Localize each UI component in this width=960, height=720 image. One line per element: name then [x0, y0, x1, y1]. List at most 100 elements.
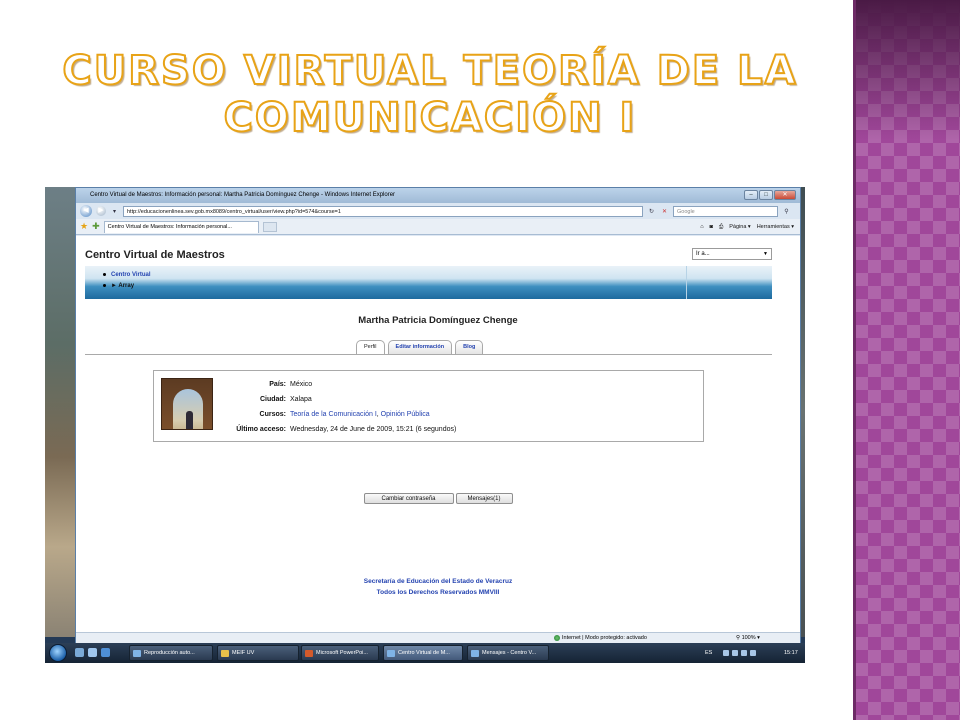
magnifier-icon: ⚲ — [736, 635, 741, 641]
courses-row: Cursos: Teoría de la Comunicación I, Opi… — [222, 409, 692, 421]
quicklaunch-desktop-icon[interactable] — [75, 648, 84, 657]
clock[interactable]: 15:17 — [784, 643, 798, 663]
forward-button[interactable]: ▶ — [96, 206, 106, 216]
taskbar-item-messages[interactable]: Mensajes - Centro V... — [467, 645, 549, 661]
country-row: País: México — [222, 379, 692, 391]
navigation-bar: Centro Virtual ► Array — [85, 266, 772, 299]
globe-icon — [554, 634, 560, 641]
tab-bar: ★ ✚ Centro Virtual de Maestros: Informac… — [76, 219, 800, 235]
minimize-button[interactable]: – — [744, 190, 758, 200]
tray-power-icon[interactable] — [750, 650, 756, 656]
close-button[interactable]: ✕ — [774, 190, 796, 200]
language-indicator[interactable]: ES — [705, 643, 712, 663]
maximize-button[interactable]: □ — [759, 190, 773, 200]
chevron-down-icon: ▼ — [763, 251, 768, 257]
quicklaunch-switch-icon[interactable] — [88, 648, 97, 657]
goto-select[interactable]: Ir a... ▼ — [692, 248, 772, 260]
bullet-icon — [103, 272, 106, 276]
breadcrumb-current: ► Array — [111, 283, 135, 289]
tabs-divider — [85, 354, 772, 355]
change-password-button[interactable]: Cambiar contraseña — [363, 493, 454, 504]
status-bar: Internet | Modo protegido: activado ⚲ 10… — [76, 632, 800, 643]
home-icon[interactable]: ⌂ — [700, 221, 703, 233]
desktop-wallpaper-left — [45, 187, 75, 637]
site-title: Centro Virtual de Maestros — [85, 249, 225, 261]
browser-tab[interactable]: Centro Virtual de Maestros: Información … — [103, 220, 259, 233]
tray-security-icon[interactable] — [741, 650, 747, 656]
bullet-icon — [103, 283, 106, 287]
goto-select-value: Ir a... — [696, 251, 710, 257]
last-access-label: Último acceso: — [236, 426, 286, 433]
back-button[interactable]: ◀ — [80, 205, 92, 217]
command-bar: ⌂ ◙ ⎙ Página ▾ Herramientas ▾ — [700, 221, 794, 233]
user-photo — [161, 378, 213, 430]
stop-icon[interactable]: ✕ — [660, 208, 669, 215]
course-link-1[interactable]: Teoría de la Comunicación I — [290, 411, 377, 418]
page-footer: Secretaría de Educación del Estado de Ve… — [76, 576, 800, 598]
start-button[interactable] — [49, 644, 67, 662]
print-icon[interactable]: ⎙ — [719, 221, 723, 233]
window-titlebar[interactable]: Centro Virtual de Maestros: Información … — [76, 188, 800, 203]
tools-menu[interactable]: Herramientas ▾ — [757, 221, 794, 233]
user-full-name: Martha Patricia Domínguez Chenge — [358, 315, 518, 326]
zoom-control[interactable]: ⚲ 100% ▾ — [736, 633, 760, 643]
country-value: México — [290, 381, 313, 388]
address-bar-row: ◀ ▶ ▾ http://educacionenlinea.sev.gob.mx… — [76, 203, 800, 219]
tray-icons — [723, 650, 756, 656]
feeds-icon[interactable]: ◙ — [710, 221, 713, 233]
navbar-divider — [686, 266, 687, 299]
page-menu[interactable]: Página ▾ — [729, 221, 750, 233]
taskbar-item-powerpoint[interactable]: Microsoft PowerPoi... — [301, 645, 379, 661]
add-favorite-icon[interactable]: ✚ — [92, 221, 100, 232]
window-title: Centro Virtual de Maestros: Información … — [90, 192, 396, 198]
decorative-side-edge — [853, 0, 856, 720]
messages-button[interactable]: Mensajes(1) — [455, 493, 513, 504]
refresh-icon[interactable]: ↻ — [647, 208, 656, 215]
window-controls: – □ ✕ — [744, 190, 796, 200]
country-label: País: — [269, 381, 286, 388]
profile-tabs: Perfil Editar información Blog — [356, 340, 484, 354]
breadcrumb-home-link[interactable]: Centro Virtual — [111, 272, 151, 278]
decorative-side-panel-shade — [855, 0, 960, 140]
tray-network-icon[interactable] — [723, 650, 729, 656]
tab-blog[interactable]: Blog — [455, 340, 484, 354]
profile-card: País: México Ciudad: Xalapa Cursos: Teor… — [153, 370, 704, 442]
browser-screenshot: ✕ Centro Virtual de Maestros: Informació… — [45, 187, 805, 663]
city-label: Ciudad: — [259, 396, 286, 403]
taskbar: Reproducción auto... MEIF UV Microsoft P… — [45, 643, 805, 663]
courses-label: Cursos: — [259, 411, 286, 418]
slide: Curso virtual Teoría de la Comunicación … — [0, 0, 960, 720]
taskbar-item-folder[interactable]: MEIF UV — [217, 645, 299, 661]
security-zone[interactable]: Internet | Modo protegido: activado — [554, 633, 647, 643]
status-text: Internet | Modo protegido: activado — [562, 635, 647, 641]
breadcrumb: Centro Virtual ► Array — [103, 270, 151, 292]
system-tray: ES 15:17 — [705, 643, 805, 663]
favorites-star-icon[interactable]: ★ — [80, 221, 88, 232]
last-access-value: Wednesday, 24 de June de 2009, 15:21 (6 … — [290, 426, 457, 433]
taskbar-item-autoplay[interactable]: Reproducción auto... — [129, 645, 213, 661]
slide-title: Curso virtual Teoría de la Comunicación … — [60, 47, 800, 142]
tab-profile[interactable]: Perfil — [356, 340, 385, 354]
tray-volume-icon[interactable] — [732, 650, 738, 656]
search-input[interactable]: Google — [673, 205, 778, 217]
tab-edit-info[interactable]: Editar información — [387, 340, 453, 354]
ie-window: Centro Virtual de Maestros: Información … — [75, 187, 801, 643]
address-input[interactable]: http://educacionenlinea.sev.gob.mx8089/c… — [123, 205, 643, 217]
quicklaunch-ie-icon[interactable] — [101, 648, 110, 657]
search-icon[interactable]: ⚲ — [782, 208, 791, 215]
new-tab-button[interactable] — [262, 221, 277, 232]
last-access-row: Último acceso: Wednesday, 24 de June de … — [222, 424, 692, 436]
footer-line-2[interactable]: Todos los Derechos Reservados MMVIII — [76, 587, 800, 598]
web-page: Centro Virtual de Maestros Ir a... ▼ Cen… — [76, 236, 800, 632]
slide-title-line-2: Comunicación I — [223, 94, 637, 142]
recent-pages-icon[interactable]: ▾ — [110, 208, 119, 215]
course-link-2[interactable]: Opinión Pública — [381, 411, 430, 418]
city-value: Xalapa — [290, 396, 312, 403]
footer-line-1[interactable]: Secretaría de Educación del Estado de Ve… — [76, 576, 800, 587]
taskbar-item-ie-active[interactable]: Centro Virtual de M... — [383, 645, 463, 661]
city-row: Ciudad: Xalapa — [222, 394, 692, 406]
profile-buttons: Cambiar contraseña Mensajes(1) — [76, 493, 800, 504]
courses-value: Teoría de la Comunicación I, Opinión Púb… — [290, 409, 430, 421]
slide-title-line-1: Curso virtual Teoría de la — [61, 47, 798, 95]
zoom-level: 100% — [741, 635, 756, 641]
